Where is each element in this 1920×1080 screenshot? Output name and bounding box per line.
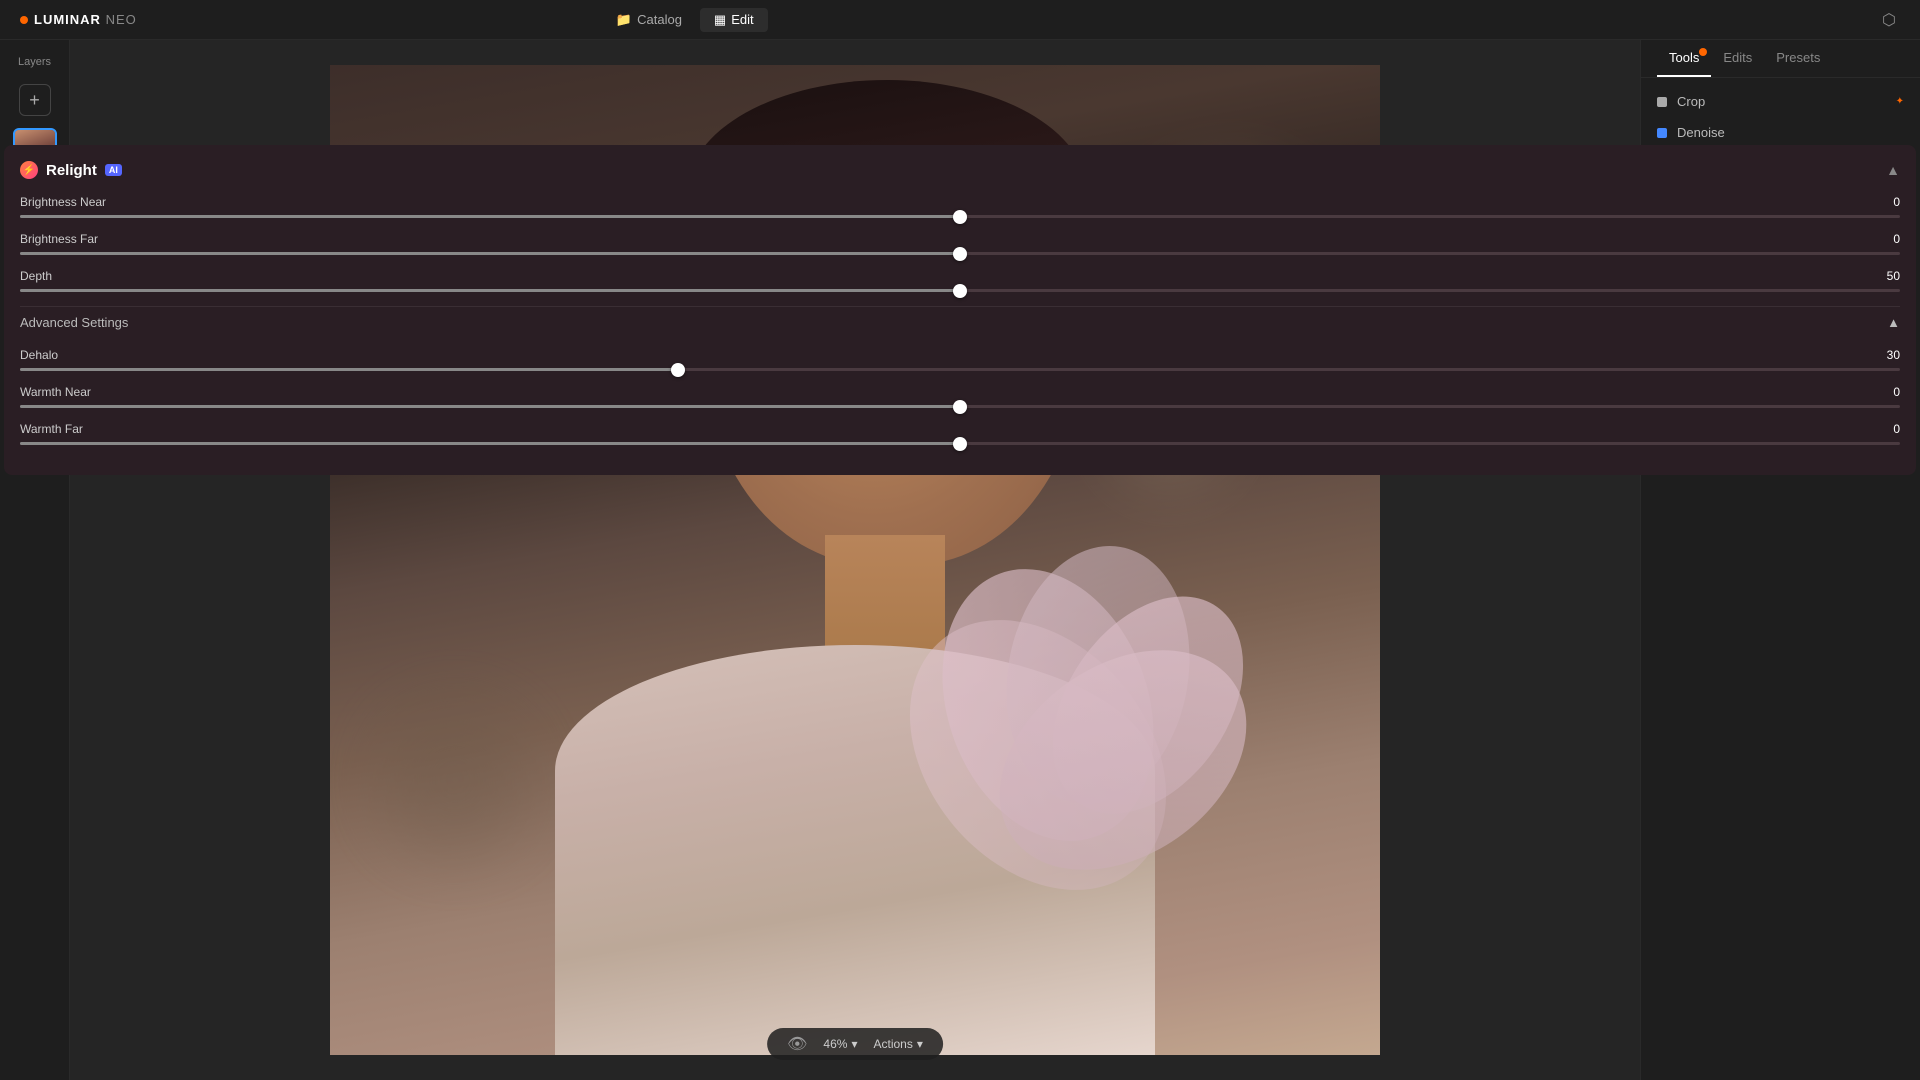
relight-panel: ⚡ Relight AI ▲ Brightness Near 0 bbox=[1640, 145, 1916, 475]
brightness-near-row: Brightness Near 0 bbox=[1640, 195, 1900, 218]
actions-chevron: ▾ bbox=[917, 1037, 923, 1051]
dehalo-value: 30 bbox=[1876, 348, 1900, 362]
relight-collapse-button[interactable]: ▲ bbox=[1886, 162, 1900, 178]
tools-badge bbox=[1699, 48, 1707, 56]
top-right-area: ⬡ bbox=[1878, 9, 1900, 31]
tab-edits[interactable]: Edits bbox=[1711, 40, 1764, 77]
warmth-near-value: 0 bbox=[1876, 385, 1900, 399]
relight-header: ⚡ Relight AI ▲ bbox=[1640, 161, 1900, 179]
warmth-near-row: Warmth Near 0 bbox=[1640, 385, 1900, 408]
bottom-bar: 👁 46% ▾ Actions ▾ bbox=[767, 1028, 943, 1060]
catalog-nav[interactable]: 📁 Catalog bbox=[602, 8, 696, 32]
crop-badge: ✦ bbox=[1896, 96, 1904, 107]
brightness-near-track[interactable] bbox=[1640, 215, 1900, 218]
edit-icon: ▦ bbox=[714, 12, 726, 28]
crop-label: Crop bbox=[1677, 94, 1705, 109]
main-content: Layers + bbox=[0, 40, 1920, 1080]
brightness-far-row: Brightness Far 0 bbox=[1640, 232, 1900, 255]
brightness-far-value: 0 bbox=[1876, 232, 1900, 246]
edit-nav[interactable]: ▦ Edit bbox=[700, 8, 768, 32]
warmth-near-track[interactable] bbox=[1640, 405, 1900, 408]
depth-row: Depth 50 bbox=[1640, 269, 1900, 292]
bokeh-2 bbox=[380, 705, 530, 855]
advanced-settings-header[interactable]: Advanced Settings ▲ bbox=[1640, 306, 1900, 338]
edit-label: Edit bbox=[731, 12, 753, 27]
dehalo-row: Dehalo 30 bbox=[1640, 348, 1900, 371]
zoom-chevron: ▾ bbox=[851, 1037, 857, 1051]
denoise-icon bbox=[1657, 128, 1667, 138]
right-panel: Tools Edits Presets Crop ✦ Denoise bbox=[1640, 40, 1920, 1080]
catalog-icon: 📁 bbox=[616, 12, 632, 28]
denoise-label: Denoise bbox=[1677, 125, 1725, 140]
warmth-far-value: 0 bbox=[1876, 422, 1900, 436]
panel-tabs: Tools Edits Presets bbox=[1641, 40, 1920, 78]
warmth-far-track[interactable] bbox=[1640, 442, 1900, 445]
logo-dot bbox=[20, 16, 28, 24]
add-layer-button[interactable]: + bbox=[19, 84, 51, 116]
depth-track[interactable] bbox=[1640, 289, 1900, 292]
tab-presets[interactable]: Presets bbox=[1764, 40, 1832, 77]
brightness-far-track[interactable] bbox=[1640, 252, 1900, 255]
advanced-settings-section: Advanced Settings ▲ Dehalo 30 bbox=[1640, 306, 1900, 445]
visibility-icon[interactable]: 👁 bbox=[787, 1034, 807, 1054]
actions-button[interactable]: Actions ▾ bbox=[873, 1037, 922, 1051]
tab-tools[interactable]: Tools bbox=[1657, 40, 1711, 77]
app-name: LUMINAR NEO bbox=[34, 12, 137, 27]
warmth-far-row: Warmth Far 0 bbox=[1640, 422, 1900, 445]
brightness-near-value: 0 bbox=[1876, 195, 1900, 209]
flower-decoration bbox=[908, 545, 1358, 925]
zoom-value: 46% bbox=[823, 1037, 847, 1051]
layers-label: Layers bbox=[18, 56, 51, 68]
actions-label: Actions bbox=[873, 1037, 912, 1051]
catalog-label: Catalog bbox=[637, 12, 682, 27]
dehalo-track[interactable] bbox=[1640, 368, 1900, 371]
tool-item-crop[interactable]: Crop ✦ bbox=[1641, 86, 1920, 117]
top-bar: LUMINAR NEO 📁 Catalog ▦ Edit ⬡ bbox=[0, 0, 1920, 40]
app-logo: LUMINAR NEO bbox=[20, 12, 137, 27]
zoom-control[interactable]: 46% ▾ bbox=[823, 1037, 857, 1051]
advanced-collapse-icon: ▲ bbox=[1887, 315, 1900, 330]
tool-item-denoise[interactable]: Denoise bbox=[1641, 117, 1920, 148]
crop-icon bbox=[1657, 97, 1667, 107]
depth-value: 50 bbox=[1876, 269, 1900, 283]
settings-icon[interactable]: ⬡ bbox=[1878, 9, 1900, 31]
top-nav: 📁 Catalog ▦ Edit bbox=[602, 8, 768, 32]
